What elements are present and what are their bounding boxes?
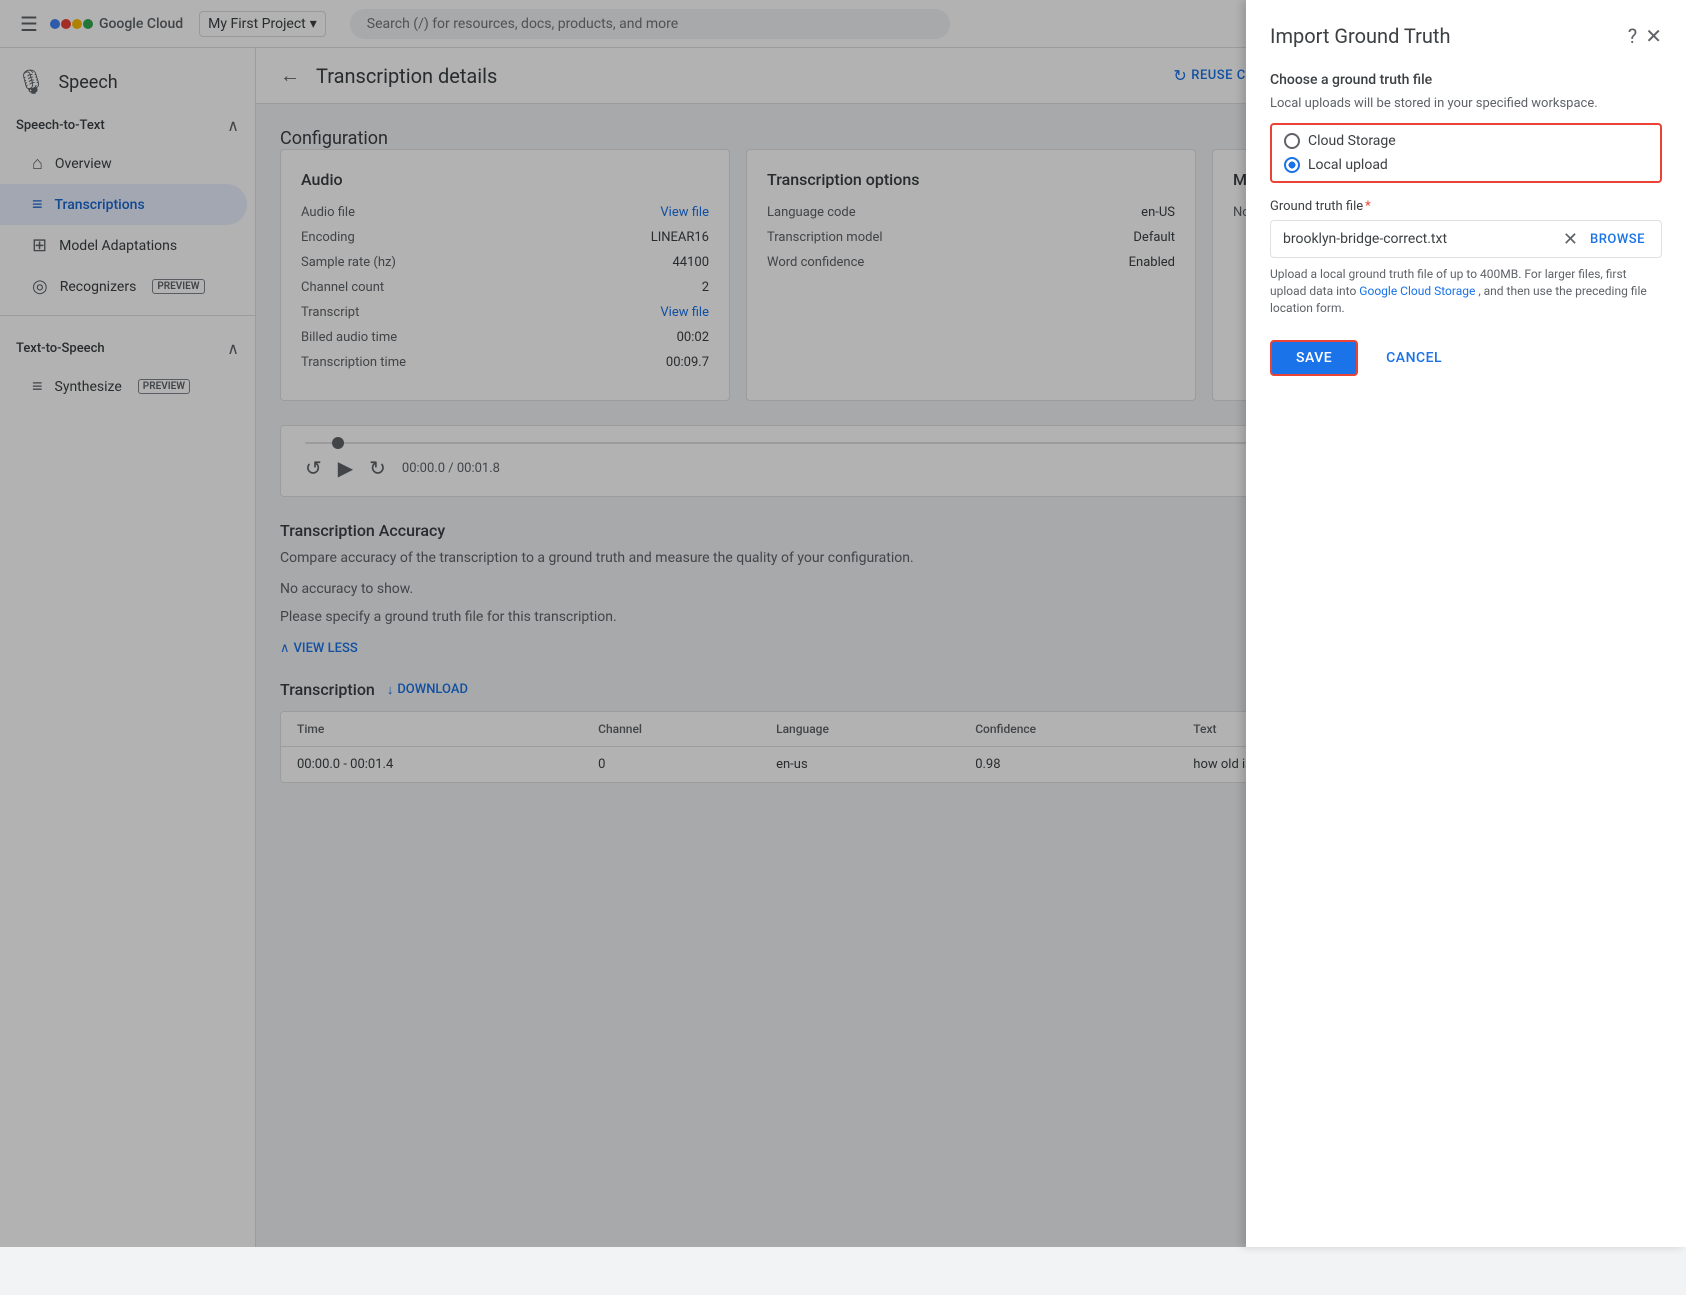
storage-options-group: Cloud Storage Local upload <box>1270 123 1662 183</box>
clear-file-button[interactable]: ✕ <box>1559 225 1582 254</box>
file-field-label: Ground truth file * <box>1270 199 1662 214</box>
file-hint: Upload a local ground truth file of up t… <box>1270 266 1662 316</box>
panel-header: Import Ground Truth ? ✕ <box>1270 24 1662 48</box>
file-input-row: brooklyn-bridge-correct.txt ✕ BROWSE <box>1270 220 1662 258</box>
help-circle-icon[interactable]: ? <box>1628 24 1637 48</box>
cloud-storage-link[interactable]: Google Cloud Storage <box>1359 284 1475 298</box>
import-panel: Import Ground Truth ? ✕ Choose a ground … <box>1246 0 1686 1247</box>
panel-header-icons: ? ✕ <box>1628 24 1662 48</box>
save-button[interactable]: SAVE <box>1270 340 1358 376</box>
local-upload-option[interactable]: Local upload <box>1284 157 1648 173</box>
local-upload-radio[interactable] <box>1284 157 1300 173</box>
cloud-storage-radio[interactable] <box>1284 133 1300 149</box>
local-upload-label: Local upload <box>1308 157 1388 173</box>
choose-file-title: Choose a ground truth file <box>1270 72 1662 88</box>
required-star: * <box>1365 199 1371 214</box>
cloud-storage-option[interactable]: Cloud Storage <box>1284 133 1648 149</box>
panel-title: Import Ground Truth <box>1270 24 1450 48</box>
cloud-storage-label: Cloud Storage <box>1308 133 1396 149</box>
panel-actions: SAVE CANCEL <box>1270 340 1662 376</box>
cancel-button[interactable]: CANCEL <box>1370 342 1458 374</box>
file-label-text: Ground truth file <box>1270 199 1363 214</box>
browse-button[interactable]: BROWSE <box>1582 228 1653 251</box>
panel-info-text: Local uploads will be stored in your spe… <box>1270 96 1662 111</box>
file-input-value: brooklyn-bridge-correct.txt <box>1279 221 1559 257</box>
close-panel-icon[interactable]: ✕ <box>1645 24 1662 48</box>
